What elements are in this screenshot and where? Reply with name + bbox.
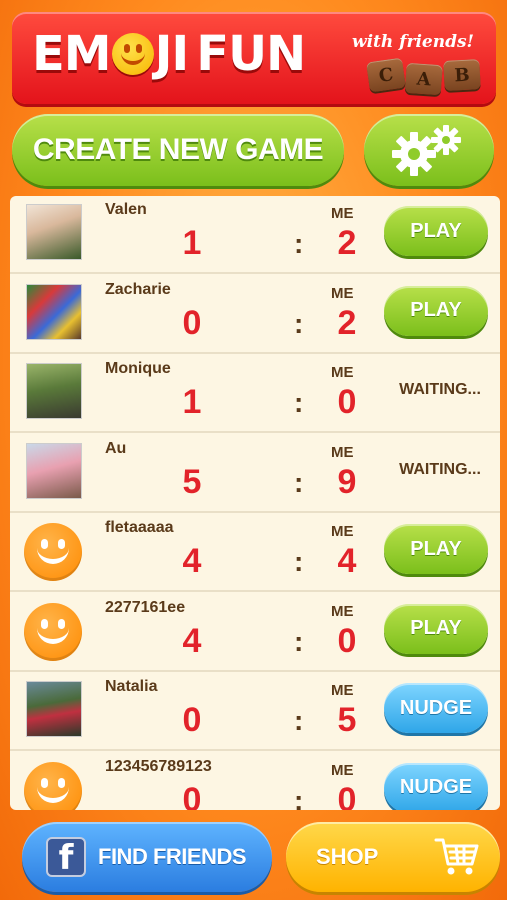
find-friends-label: FIND FRIENDS [98, 844, 247, 869]
logo-title: EM JI FUN [32, 26, 306, 82]
me-label: ME [331, 205, 354, 222]
settings-button[interactable] [364, 114, 494, 186]
my-score: 5 [337, 701, 357, 739]
my-score: 4 [337, 542, 357, 580]
play-button[interactable]: PLAY [384, 603, 488, 654]
create-new-game-button[interactable]: CREATE NEW GAME [12, 114, 344, 186]
default-avatar-smiley-icon [24, 602, 82, 661]
me-label: ME [331, 602, 354, 620]
player-avatar [26, 681, 82, 737]
default-avatar-smiley-icon [24, 761, 82, 810]
opponent-name: Natalia [105, 678, 158, 695]
me-label: ME [331, 682, 354, 699]
player-avatar [26, 204, 82, 260]
score-separator: : [294, 705, 304, 736]
player-avatar [26, 442, 82, 499]
facebook-icon: f [46, 837, 86, 877]
gears-icon [392, 125, 461, 176]
opponent-score: 1 [182, 224, 202, 262]
opponent-name: Au [105, 439, 127, 457]
score-separator: : [294, 625, 304, 657]
score-separator: : [294, 307, 304, 339]
opponent-name: fletaaaaa [105, 519, 174, 536]
find-friends-button[interactable]: f FIND FRIENDS [22, 822, 272, 892]
default-avatar-smiley-icon [24, 523, 82, 581]
my-score: 2 [337, 224, 357, 262]
opponent-name: 123456789123 [105, 757, 212, 775]
opponent-name: Zacharie [105, 280, 171, 298]
my-score: 0 [337, 621, 357, 660]
score-separator: : [294, 387, 304, 418]
logo-part-fun: FUN [196, 26, 306, 82]
logo-smiley-icon [111, 33, 154, 75]
score-separator: : [294, 784, 304, 811]
play-button[interactable]: PLAY [384, 285, 488, 336]
me-label: ME [331, 443, 354, 461]
logo-banner: EM JI FUN with friends! C A B [12, 12, 496, 104]
me-label: ME [331, 761, 354, 779]
me-label: ME [331, 284, 354, 302]
games-list[interactable]: Valen ME 1:2 PLAY Zacharie ME 0:2 PLAY Monique ME… [10, 196, 500, 810]
opponent-name: 2277161ee [105, 598, 186, 616]
game-row[interactable]: 2277161ee ME 4: 0 PLAY [10, 594, 500, 672]
game-row[interactable]: Au ME 5: 9 WAITING... [10, 435, 500, 513]
opponent-score: 0 [182, 701, 202, 739]
play-button[interactable]: PLAY [384, 206, 488, 256]
my-score: 0 [337, 780, 357, 811]
my-score: 2 [337, 303, 357, 342]
score-separator: : [294, 546, 304, 577]
opponent-name: Valen [105, 201, 147, 218]
shopping-cart-icon [434, 838, 479, 875]
player-avatar [26, 283, 82, 340]
shop-button[interactable]: SHOP [286, 822, 500, 892]
game-row[interactable]: 123456789123 ME 0:0 NUDGE [10, 753, 500, 811]
shop-label: SHOP [316, 844, 379, 869]
my-score: 0 [337, 383, 357, 421]
game-row[interactable]: fletaaaaa ME 4: 4 PLAY [10, 514, 500, 592]
nudge-button[interactable]: NUDGE [384, 762, 488, 810]
nudge-button[interactable]: NUDGE [384, 683, 488, 733]
play-button[interactable]: PLAY [384, 524, 488, 574]
game-row[interactable]: Natalia ME 0: 5 NUDGE [10, 673, 500, 751]
letter-tiles: C A B [366, 57, 481, 96]
letter-tile: B [443, 59, 481, 91]
score-separator: : [294, 466, 304, 498]
logo-tagline: with friends! [351, 32, 474, 52]
player-avatar [26, 363, 82, 419]
waiting-status: WAITING... [399, 460, 481, 478]
letter-tile: A [404, 62, 443, 96]
me-label: ME [331, 523, 354, 540]
waiting-status: WAITING... [399, 381, 481, 398]
game-row[interactable]: Monique ME 1: 0 WAITING... [10, 355, 500, 433]
score-separator: : [294, 228, 304, 259]
logo-part-em: EM [32, 26, 112, 82]
opponent-score: 4 [182, 621, 202, 660]
opponent-score: 0 [182, 303, 202, 342]
opponent-score: 4 [182, 542, 202, 580]
me-label: ME [331, 364, 354, 381]
letter-tile: C [366, 57, 406, 93]
opponent-score: 0 [182, 780, 202, 811]
game-row[interactable]: Valen ME 1: 2 PLAY [10, 196, 500, 274]
opponent-score: 5 [182, 462, 202, 501]
logo-part-ji: JI [154, 26, 190, 82]
opponent-name: Monique [105, 360, 171, 377]
opponent-score: 1 [182, 383, 202, 421]
game-row[interactable]: Zacharie ME 0: 2 PLAY [10, 276, 500, 354]
my-score: 9 [337, 462, 357, 501]
